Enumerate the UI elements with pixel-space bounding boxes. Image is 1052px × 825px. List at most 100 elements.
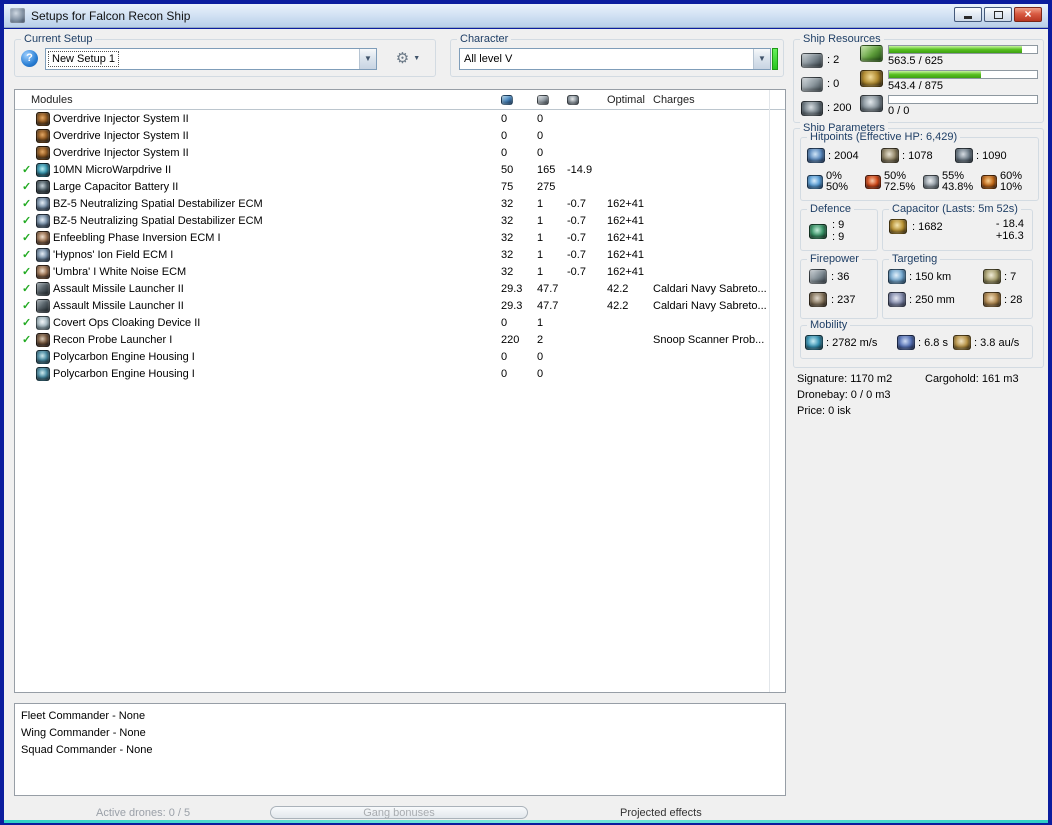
defence-group: Defence : 9: 9: [800, 203, 878, 251]
calibration-value: : 200: [827, 102, 852, 114]
titlebar[interactable]: Setups for Falcon Recon Ship ×: [4, 4, 1048, 28]
module-pg: 2: [537, 333, 544, 346]
module-cpu: 32: [501, 197, 514, 210]
module-pg: 0: [537, 129, 544, 142]
capacitor-label: Capacitor (Lasts: 5m 52s): [889, 203, 1021, 215]
module-name: Overdrive Injector System II: [53, 146, 189, 159]
max-velocity-icon: [805, 335, 823, 350]
module-row[interactable]: Polycarbon Engine Housing I 0 0: [15, 348, 785, 365]
module-name: Enfeebling Phase Inversion ECM I: [53, 231, 221, 244]
character-dropdown-button[interactable]: ▼: [753, 49, 770, 69]
dronebay-usage-value: 0 / 0: [888, 105, 910, 117]
module-row[interactable]: ✓ Large Capacitor Battery II 75 275: [15, 178, 785, 195]
module-name: Overdrive Injector System II: [53, 129, 189, 142]
powergrid-bar-fill: [889, 71, 981, 78]
capacitor-amount: : 1682: [912, 220, 943, 233]
ship-summary: Signature: 1170 m2 Cargohold: 161 m3 Dro…: [797, 373, 1047, 421]
module-row[interactable]: ✓ Assault Missile Launcher II 29.3 47.7 …: [15, 297, 785, 314]
wing-commander-line[interactable]: Wing Commander - None: [21, 727, 785, 744]
launcher-hardpoints-icon: [801, 76, 823, 92]
module-cpu: 0: [501, 129, 508, 142]
minimize-button[interactable]: [954, 7, 982, 22]
close-button[interactable]: ×: [1014, 7, 1042, 22]
modules-table: Modules Optimal Charges Overdrive Inject…: [14, 89, 786, 693]
fleet-commander-line[interactable]: Fleet Commander - None: [21, 710, 785, 727]
hitpoints-group: Hitpoints (Effective HP: 6,429) : 2004 :…: [800, 131, 1039, 201]
module-pg: 275: [537, 180, 556, 193]
module-optimal: 42.2: [607, 299, 629, 312]
align-time-value: : 6.8 s: [918, 336, 948, 349]
em-armor-resist: 50%: [826, 181, 849, 193]
module-cap: -0.7: [567, 248, 586, 261]
module-name: Covert Ops Cloaking Device II: [53, 316, 201, 329]
module-row[interactable]: Overdrive Injector System II 0 0: [15, 144, 785, 161]
module-row[interactable]: ✓ Covert Ops Cloaking Device II 0 1: [15, 314, 785, 331]
setup-select[interactable]: New Setup 1 ▼: [45, 48, 377, 70]
module-charges: Caldari Navy Sabreto...: [653, 299, 767, 312]
tools-dropdown-icon: ▼: [413, 55, 421, 62]
setup-tools-button[interactable]: ⚙ ▼: [387, 49, 429, 69]
help-icon[interactable]: ?: [21, 50, 38, 67]
setup-dropdown-button[interactable]: ▼: [359, 49, 376, 69]
cargohold-value: Cargohold: 161 m3: [925, 373, 1019, 385]
capacitor-drain: - 18.4: [995, 218, 1024, 230]
defence-top-value: : 9: [832, 219, 845, 231]
module-cpu: 0: [501, 316, 508, 329]
module-row[interactable]: ✓ 'Hypnos' Ion Field ECM I 32 1 -0.7 162…: [15, 246, 785, 263]
module-row[interactable]: Overdrive Injector System II 0 0: [15, 127, 785, 144]
character-select[interactable]: All level V ▼: [459, 48, 771, 70]
module-row[interactable]: ✓ BZ-5 Neutralizing Spatial Destabilizer…: [15, 212, 785, 229]
shield-hp-value: : 2004: [828, 149, 859, 162]
module-row[interactable]: Overdrive Injector System II 0 0: [15, 110, 785, 127]
turret-hardpoints-value: : 2: [827, 54, 840, 66]
defence-label: Defence: [807, 203, 854, 215]
gang-bonuses-bar[interactable]: Gang bonuses: [270, 806, 528, 819]
module-row[interactable]: ✓ Assault Missile Launcher II 29.3 47.7 …: [15, 280, 785, 297]
defence-icon: [809, 223, 827, 239]
projected-effects-label[interactable]: Projected effects: [620, 807, 702, 819]
module-icon: [36, 332, 50, 347]
module-pg: 1: [537, 265, 544, 278]
module-active-check: ✓: [22, 300, 32, 312]
module-name: Polycarbon Engine Housing I: [53, 350, 195, 363]
module-pg: 47.7: [537, 299, 559, 312]
module-row[interactable]: Polycarbon Engine Housing I 0 0: [15, 365, 785, 382]
module-pg: 1: [537, 197, 544, 210]
module-cap: -14.9: [567, 163, 593, 176]
module-optimal: 162+41: [607, 248, 645, 261]
defence-bottom-value: : 9: [832, 231, 845, 243]
explosive-resist-icon: [981, 175, 997, 189]
module-name: Large Capacitor Battery II: [53, 180, 179, 193]
targeting-range-value: : 150 km: [909, 270, 952, 283]
module-row[interactable]: ✓ 10MN MicroWarpdrive II 50 165 -14.9: [15, 161, 785, 178]
targeting-group: Targeting : 150 km : 7 : 250 mm : 28: [882, 253, 1033, 319]
module-row[interactable]: ✓ Recon Probe Launcher I 220 2 Snoop Sca…: [15, 331, 785, 348]
max-velocity-value: : 2782 m/s: [826, 336, 878, 349]
module-active-check: ✓: [22, 215, 32, 227]
module-name: 'Hypnos' Ion Field ECM I: [53, 248, 174, 261]
module-optimal: 162+41: [607, 214, 645, 227]
module-icon: [36, 230, 50, 245]
module-icon: [36, 213, 50, 228]
module-row[interactable]: ✓ BZ-5 Neutralizing Spatial Destabilizer…: [15, 195, 785, 212]
maximize-button[interactable]: [984, 7, 1012, 22]
squad-commander-line[interactable]: Squad Commander - None: [21, 744, 785, 761]
hitpoints-label: Hitpoints (Effective HP: 6,429): [807, 131, 961, 143]
capacitor-recharge: +16.3: [995, 230, 1024, 242]
powergrid-bar: [888, 70, 1038, 79]
powergrid-column-icon: [537, 94, 549, 105]
module-icon: [36, 281, 50, 296]
module-row[interactable]: ✓ 'Umbra' I White Noise ECM 32 1 -0.7 16…: [15, 263, 785, 280]
module-cpu: 0: [501, 112, 508, 125]
dps-value: : 237: [831, 293, 856, 306]
module-cpu: 32: [501, 214, 514, 227]
module-cpu: 0: [501, 146, 508, 159]
app-window: Setups for Falcon Recon Ship × Current S…: [0, 0, 1052, 825]
max-targets-value: : 7: [1004, 270, 1017, 283]
dps-icon: [809, 292, 827, 307]
shield-hp-icon: [807, 148, 825, 163]
module-optimal: 162+41: [607, 197, 645, 210]
module-row[interactable]: ✓ Enfeebling Phase Inversion ECM I 32 1 …: [15, 229, 785, 246]
current-setup-group: Current Setup ? New Setup 1 ▼ ⚙ ▼: [14, 33, 436, 77]
module-pg: 1: [537, 316, 544, 329]
